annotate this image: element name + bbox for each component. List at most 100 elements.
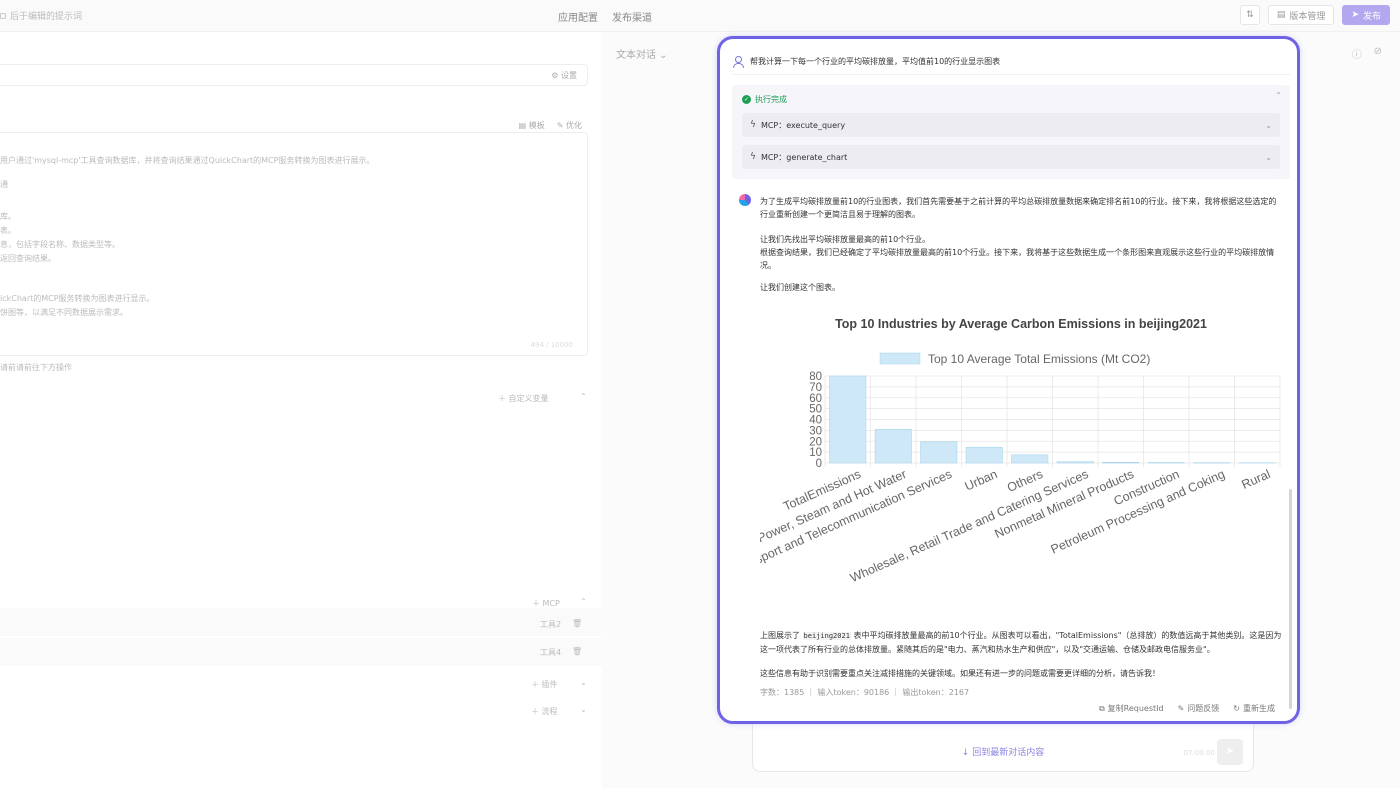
- y-tick-label: 20: [809, 436, 822, 448]
- check-circle-icon: ✓: [742, 95, 751, 104]
- preview-title[interactable]: 文本对话 ⌄: [616, 46, 668, 61]
- input-timestamp: 07:00:00: [1183, 749, 1215, 757]
- prompt-line: ickChart的MCP服务转换为图表进行显示。: [0, 294, 155, 303]
- chat-card: 帮我计算一下每一个行业的平均碳排放量，平均值前10的行业显示图表 ✓ 执行完成 …: [717, 36, 1300, 724]
- send-icon: ➤: [1225, 746, 1235, 757]
- copy-icon: ⧉: [1098, 703, 1105, 713]
- answer-actions: ⧉ 复制RequestId ✎ 问题反馈 ↻ 重新生成: [1099, 703, 1275, 714]
- breadcrumb-text[interactable]: 后于编辑的提示词: [10, 9, 82, 22]
- template-button[interactable]: ▤ 模板: [519, 120, 545, 131]
- optimize-button[interactable]: ✎ 优化: [557, 120, 582, 131]
- prompt-line: 返回查询结果。: [0, 254, 56, 263]
- chevron-down-icon[interactable]: ⌄: [580, 678, 587, 687]
- app-config-link[interactable]: 应用配置: [558, 9, 598, 24]
- bar: [1102, 462, 1140, 464]
- bar: [1056, 461, 1094, 464]
- answer-paragraph: 根据查询结果，我们已经确定了平均碳排放量最高的前10个行业。接下来，我将基于这些…: [760, 248, 1275, 270]
- answer-paragraph: 这些信息有助于识别需要重点关注减排措施的关键领域。如果还有进一步的问题或需要更详…: [760, 669, 1160, 678]
- model-settings-row[interactable]: ⚙ 设置: [0, 64, 588, 86]
- tool-row: [0, 608, 602, 636]
- prompt-line: 饼图等，以满足不同数据展示需求。: [0, 308, 128, 317]
- assistant-logo-icon: [739, 194, 751, 206]
- prompt-line: 用户通过'mysql-mcp'工具查询数据库，并将查询结果通过QuickChar…: [0, 156, 375, 165]
- user-message: 帮我计算一下每一个行业的平均碳排放量，平均值前10的行业显示图表: [732, 49, 1290, 75]
- publish-button[interactable]: ➤ 发布: [1342, 5, 1390, 25]
- app-icon: [0, 12, 6, 19]
- y-tick-label: 10: [809, 447, 822, 459]
- mcp-call-label: MCP：generate_chart: [760, 152, 848, 162]
- bolt-icon: ϟ: [750, 120, 756, 130]
- copy-requestid-button[interactable]: ⧉ 复制RequestId: [1099, 703, 1164, 714]
- answer-paragraph: 上图展示了 beijing2021 表中平均碳排放量最高的前10个行业。从图表可…: [760, 631, 1282, 654]
- send-icon: ➤: [1351, 10, 1359, 20]
- mcp-call-execute-query[interactable]: ϟ MCP：execute_query ⌄: [742, 113, 1280, 137]
- plugin-add-button[interactable]: ＋ 插件: [531, 679, 558, 690]
- version-icon: ▤: [1276, 10, 1286, 20]
- back-to-latest-button[interactable]: ↓ 回到最新对话内容: [753, 745, 1253, 758]
- version-button[interactable]: ▤ 版本管理: [1267, 5, 1335, 25]
- version-label: 版本管理: [1289, 11, 1326, 22]
- bar: [829, 375, 867, 464]
- prompt-tools: ▤ 模板 ✎ 优化: [519, 120, 582, 131]
- scrollbar[interactable]: [1289, 489, 1292, 709]
- top-actions: ⇅ ▤ 版本管理 ➤ 发布: [1239, 5, 1390, 25]
- user-message-text: 帮我计算一下每一个行业的平均碳排放量，平均值前10的行业显示图表: [750, 57, 1001, 66]
- prompt-line: 息，包括字段名称、数据类型等。: [0, 240, 120, 249]
- prompt-line: 通: [0, 180, 8, 189]
- trash-icon[interactable]: 🗑: [572, 619, 582, 628]
- y-tick-label: 40: [809, 415, 822, 427]
- publish-label: 发布: [1362, 11, 1381, 22]
- feedback-button[interactable]: ✎ 问题反馈: [1178, 703, 1220, 714]
- custom-var-button[interactable]: ＋ 自定义变量: [498, 393, 549, 404]
- mcp-call-generate-chart[interactable]: ϟ MCP：generate_chart ⌄: [742, 145, 1280, 169]
- chevron-down-icon: ⌄: [1265, 152, 1272, 162]
- y-tick-label: 30: [809, 425, 822, 437]
- top-bar: 后于编辑的提示词 应用配置 发布渠道 ⇅ ▤ 版本管理 ➤ 发布: [0, 0, 1400, 32]
- publish-channel-link[interactable]: 发布渠道: [612, 9, 652, 24]
- editor-hint: 请前请前往下方操作: [0, 363, 72, 372]
- info-icon[interactable]: ⓘ: [1352, 46, 1362, 61]
- prompt-editor[interactable]: 用户通过'mysql-mcp'工具查询数据库，并将查询结果通过QuickChar…: [0, 132, 588, 356]
- preview-icons: ⓘ ⊘: [1352, 46, 1382, 61]
- chevron-up-icon[interactable]: ⌃: [1275, 91, 1282, 100]
- user-icon: [732, 55, 744, 68]
- trash-icon[interactable]: 🗑: [572, 647, 582, 656]
- swap-icon: ⇅: [1246, 10, 1254, 20]
- tool-item[interactable]: 工具2: [540, 619, 561, 630]
- exec-status: ✓ 执行完成: [742, 94, 787, 105]
- settings-label[interactable]: ⚙ 设置: [551, 70, 577, 81]
- clear-icon[interactable]: ⊘: [1374, 46, 1382, 61]
- execution-panel: ✓ 执行完成 ⌃ ϟ MCP：execute_query ⌄ ϟ MCP：gen…: [732, 85, 1290, 179]
- flow-add-button[interactable]: ＋ 流程: [531, 706, 558, 717]
- char-count: 494 / 10000: [530, 341, 573, 349]
- chevron-up-icon[interactable]: ⌃: [580, 597, 587, 606]
- y-tick-label: 50: [809, 404, 822, 416]
- table-name-code: beijing2021: [802, 632, 851, 640]
- x-tick-label: Urban: [963, 467, 1000, 494]
- exec-status-text: 执行完成: [755, 95, 787, 104]
- tool-item[interactable]: 工具4: [540, 647, 561, 658]
- y-tick-label: 80: [809, 371, 822, 383]
- swap-button[interactable]: ⇅: [1239, 5, 1260, 25]
- legend-swatch: [879, 352, 921, 365]
- y-tick-label: 60: [809, 393, 822, 405]
- legend-label: Top 10 Average Total Emissions (Mt CO2): [928, 352, 1150, 366]
- prompt-line: 表。: [0, 226, 16, 235]
- bar: [1011, 454, 1049, 464]
- tool-row: [0, 638, 602, 666]
- regenerate-button[interactable]: ↻ 重新生成: [1233, 703, 1275, 714]
- answer-paragraph: 让我们创建这个图表。: [760, 283, 840, 292]
- mcp-call-label: MCP：execute_query: [760, 120, 846, 130]
- edit-icon: ✎: [1177, 704, 1185, 713]
- chevron-down-icon[interactable]: ⌄: [580, 705, 587, 714]
- prompt-line: 库。: [0, 212, 16, 221]
- send-button[interactable]: ➤: [1217, 739, 1243, 765]
- bolt-icon: ϟ: [750, 152, 756, 162]
- chevron-down-icon: ⌄: [1265, 120, 1272, 130]
- bar: [965, 446, 1003, 464]
- chevron-up-icon[interactable]: ⌃: [580, 392, 587, 401]
- y-tick-label: 70: [809, 382, 822, 394]
- answer-paragraph: 为了生成平均碳排放量前10的行业图表，我们首先需要基于之前计算的平均总碳排放量数…: [760, 197, 1277, 219]
- refresh-icon: ↻: [1233, 704, 1240, 713]
- bar-chart: Top 10 Industries by Average Carbon Emis…: [760, 317, 1281, 585]
